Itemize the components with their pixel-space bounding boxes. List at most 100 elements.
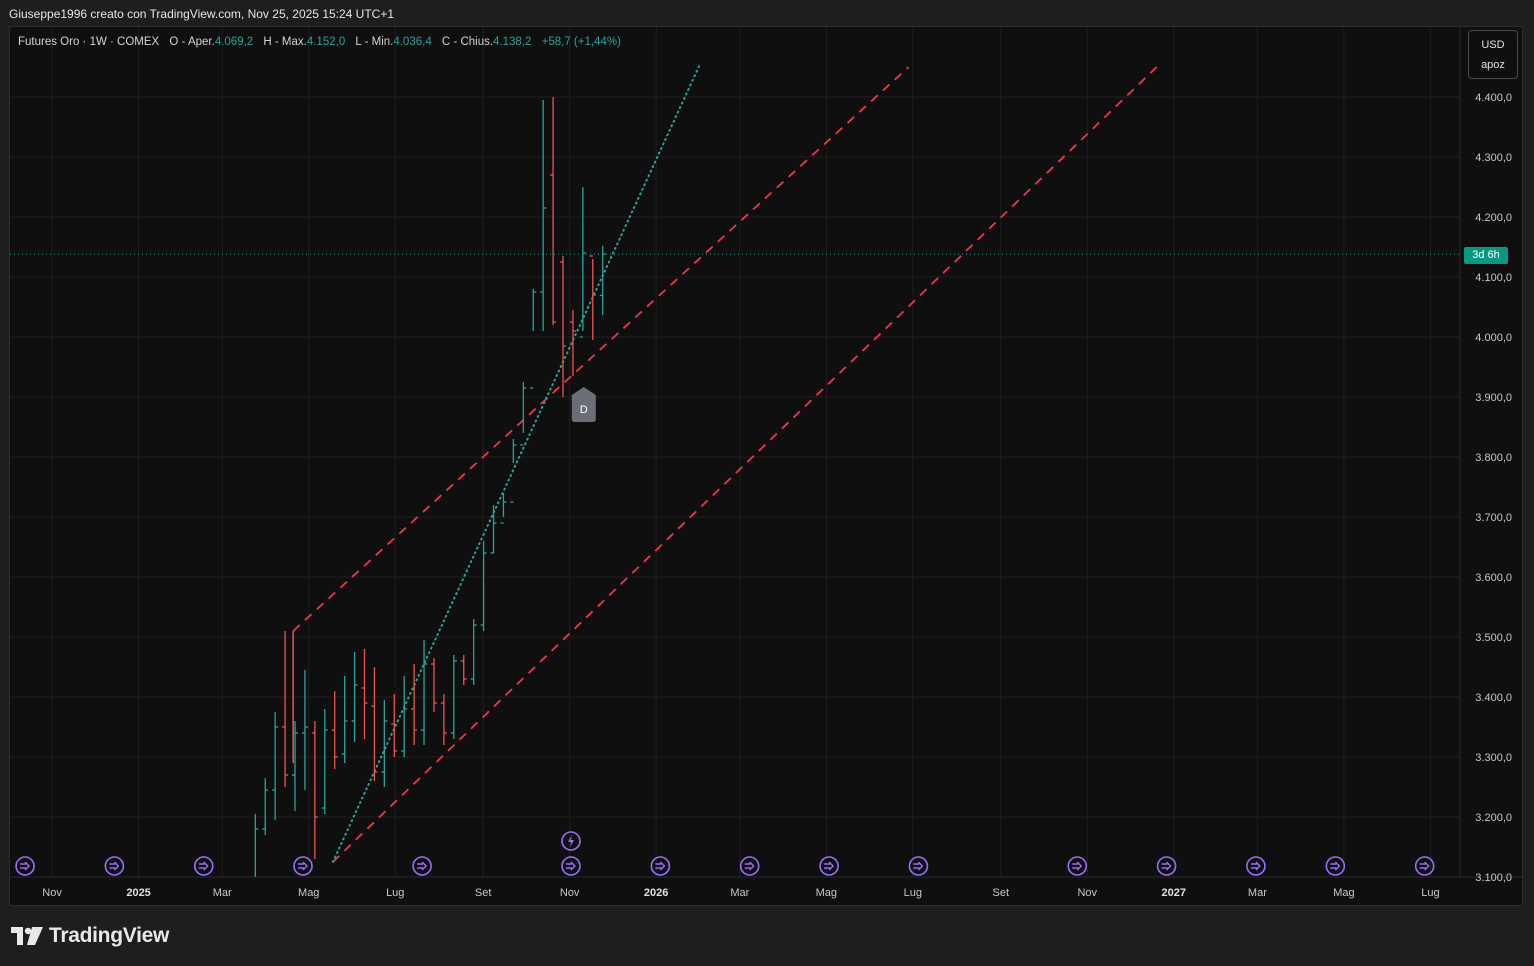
tradingview-logo-icon — [11, 927, 43, 945]
time-tick-label: Lug — [904, 887, 922, 899]
trendline-dashed[interactable] — [332, 66, 1158, 863]
price-tick-label: 4.200,0 — [1475, 212, 1512, 224]
time-tick-label: 2025 — [126, 887, 150, 899]
ohlc-bar — [579, 187, 586, 338]
currency-code: USD — [1481, 39, 1505, 51]
grid-lines — [10, 27, 1460, 877]
ohlc-bar — [254, 814, 259, 877]
price-tick-label: 4.400,0 — [1475, 92, 1512, 104]
time-tick-label: Mag — [816, 887, 837, 899]
economic-event-icon[interactable] — [650, 856, 671, 876]
ohlc-bar — [272, 712, 279, 820]
time-tick-label: Nov — [1077, 887, 1097, 899]
currency-setting: apoz — [1481, 59, 1505, 71]
trendlines — [292, 63, 1158, 863]
ohlc-bar — [490, 505, 497, 554]
price-tick-label: 4.100,0 — [1475, 272, 1512, 284]
d-marker[interactable]: D — [571, 387, 596, 422]
ohlc-legend: Futures Oro · 1W · COMEX O - Aper.4.069,… — [18, 36, 621, 48]
price-tick-label: 3.700,0 — [1475, 512, 1512, 524]
economic-event-icon[interactable] — [819, 856, 839, 876]
price-tick-label: 3.100,0 — [1475, 872, 1512, 884]
ohlc-bar — [262, 778, 269, 835]
time-tick-label: Lug — [386, 887, 404, 899]
close-label: C - Chius. — [441, 36, 494, 48]
time-tick-label: Mag — [1333, 887, 1354, 899]
ohlc-bars — [254, 97, 606, 877]
close-value: 4.138,2 — [493, 36, 532, 48]
attribution-header: Giuseppe1996 creato con TradingView.com,… — [9, 7, 394, 21]
time-tick-label: Mar — [213, 887, 232, 899]
economic-event-icon[interactable] — [1156, 856, 1177, 876]
economic-event-icon[interactable] — [908, 856, 929, 876]
earnings-event-icon[interactable] — [561, 831, 581, 851]
economic-event-icon[interactable] — [1067, 856, 1088, 876]
time-tick-label: 2027 — [1162, 887, 1186, 899]
logo-text: TradingView — [49, 924, 170, 947]
time-tick-label: Nov — [560, 887, 580, 899]
economic-event-icon[interactable] — [739, 856, 760, 876]
economic-event-icon[interactable] — [1246, 856, 1266, 876]
trendline-dashed[interactable] — [292, 66, 910, 632]
economic-event-icon[interactable] — [1325, 856, 1346, 876]
ohlc-bar — [430, 658, 437, 712]
high-value: 4.152,0 — [306, 36, 346, 48]
ohlc-bar — [480, 541, 487, 631]
ohlc-bar — [411, 664, 418, 745]
price-tick-label: 4.300,0 — [1475, 152, 1512, 164]
low-value: 4.036,4 — [393, 36, 432, 48]
ohlc-bar — [371, 667, 378, 781]
high-label: H - Max. — [263, 36, 307, 48]
time-tick-label: 2026 — [644, 887, 668, 899]
ohlc-bar — [401, 676, 408, 757]
open-label: O - Aper. — [169, 36, 215, 48]
change-value: +58,7 (+1,44%) — [541, 36, 621, 48]
price-tick-label: 3.800,0 — [1475, 452, 1512, 464]
economic-event-icon[interactable] — [15, 856, 35, 876]
chart-frame[interactable]: D 4.400,0 4.300,0 4.200,0 4.100,0 4.000,0 3.90… — [9, 26, 1524, 907]
ohlc-bar — [321, 709, 328, 814]
low-label: L - Min. — [355, 36, 394, 48]
ohlc-bar — [550, 97, 557, 325]
ohlc-bar — [530, 289, 537, 389]
time-tick-label: Nov — [42, 887, 62, 899]
ohlc-bar — [282, 631, 289, 787]
economic-event-icon[interactable] — [561, 856, 581, 876]
ohlc-bar — [301, 670, 308, 790]
ohlc-bar — [470, 619, 477, 685]
price-tick-label: 3.400,0 — [1475, 692, 1512, 704]
ohlc-bar — [460, 655, 467, 685]
economic-event-icon[interactable] — [412, 856, 432, 876]
d-marker-letter: D — [580, 404, 588, 416]
tradingview-logo[interactable]: TradingView — [11, 924, 169, 948]
time-tick-label: Mag — [298, 887, 319, 899]
ohlc-bar — [540, 100, 547, 331]
attribution-text: Giuseppe1996 creato con TradingView.com,… — [9, 7, 395, 21]
price-tick-label: 3.200,0 — [1475, 812, 1512, 824]
economic-event-icon[interactable] — [293, 856, 313, 876]
economic-event-icon[interactable] — [104, 856, 125, 876]
currency-unit-button[interactable]: USD apoz — [1468, 30, 1518, 79]
price-tick-label: 3.500,0 — [1475, 632, 1512, 644]
economic-event-icon[interactable] — [1414, 856, 1435, 876]
price-tick-label: 3.600,0 — [1475, 572, 1512, 584]
time-tick-label: Lug — [1421, 887, 1439, 899]
ohlc-bar — [589, 255, 596, 340]
price-tick-label: 3.300,0 — [1475, 752, 1512, 764]
trendline-dotted[interactable] — [331, 63, 702, 863]
time-tick-label: Mar — [1248, 887, 1267, 899]
ohlc-bar — [520, 382, 527, 446]
price-tick-label: 4.000,0 — [1475, 332, 1512, 344]
ohlc-bar — [440, 694, 447, 745]
time-tick-label: Set — [475, 887, 492, 899]
symbol-info: Futures Oro · 1W · COMEX — [18, 36, 160, 48]
ohlc-bar — [341, 676, 348, 763]
bar-countdown-label: 3d 6h — [1464, 247, 1508, 264]
time-tick-label: Mar — [730, 887, 749, 899]
ohlc-bar — [361, 649, 368, 739]
economic-event-icon[interactable] — [193, 856, 214, 876]
open-value: 4.069,2 — [214, 36, 254, 48]
time-tick-label: Set — [992, 887, 1009, 899]
price-chart[interactable]: D 4.400,0 4.300,0 4.200,0 4.100,0 4.000,0 3.90… — [10, 27, 1524, 907]
ohlc-bar — [421, 640, 428, 745]
